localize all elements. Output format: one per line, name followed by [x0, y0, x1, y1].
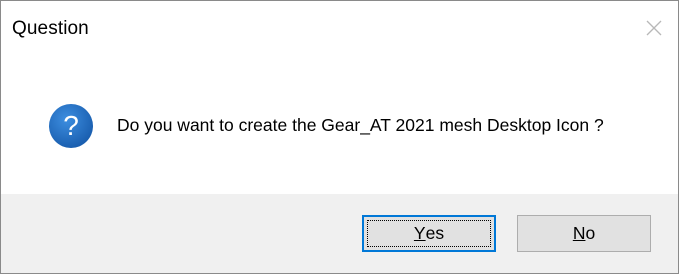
- no-accelerator: N: [572, 223, 586, 243]
- svg-text:?: ?: [63, 110, 79, 141]
- dialog-content: ? Do you want to create the Gear_AT 2021…: [1, 59, 678, 194]
- dialog-button-bar: Yes No: [1, 194, 678, 273]
- dialog-titlebar[interactable]: Question: [1, 1, 678, 59]
- no-button[interactable]: No: [517, 215, 651, 252]
- dialog-title: Question: [12, 18, 89, 39]
- yes-accelerator: Y: [413, 223, 426, 243]
- close-icon[interactable]: [644, 18, 664, 38]
- yes-label-rest: es: [425, 223, 445, 243]
- yes-button[interactable]: Yes: [362, 215, 496, 252]
- no-label-rest: o: [585, 223, 596, 243]
- question-dialog: Question ? Do you want to create the Gea: [0, 0, 679, 274]
- dialog-message: Do you want to create the Gear_AT 2021 m…: [117, 115, 604, 135]
- question-icon: ?: [47, 102, 95, 150]
